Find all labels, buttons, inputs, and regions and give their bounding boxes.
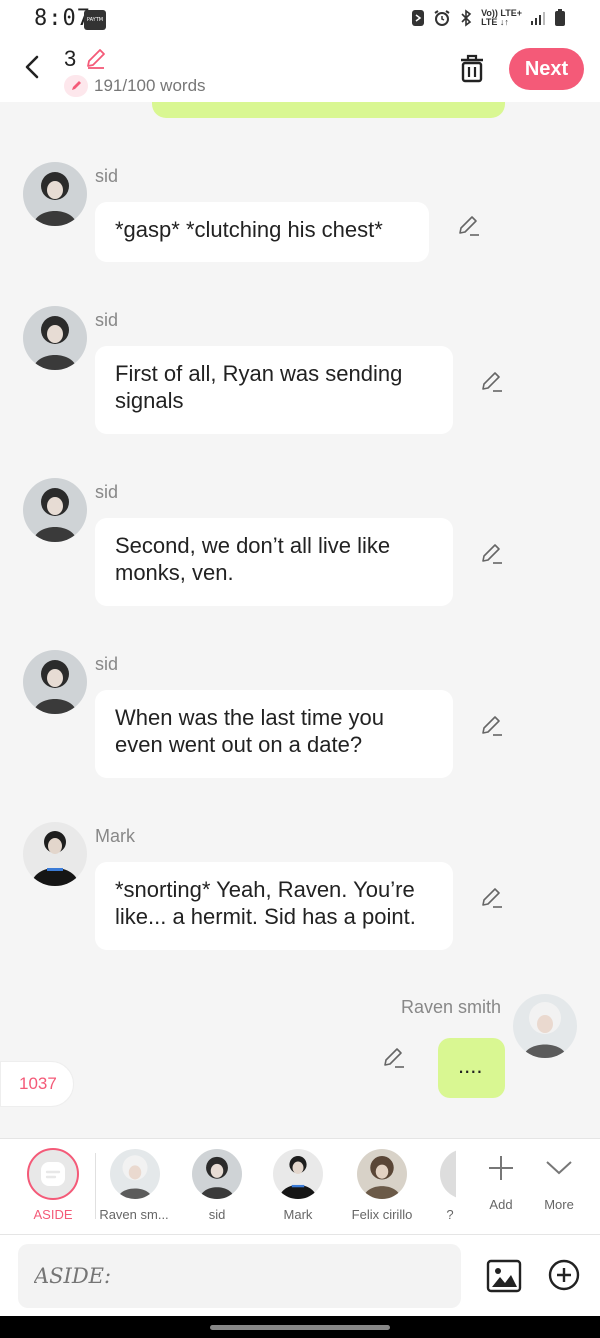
avatar-sid-image xyxy=(23,478,87,542)
message-count: 3 xyxy=(64,46,77,71)
avatar-sid[interactable] xyxy=(23,478,87,542)
status-icons: Vo)) LTE+ LTE ↓↑ xyxy=(411,9,566,27)
back-arrow-icon[interactable] xyxy=(18,52,48,82)
status-bar: 8:07 PAYTM Vo)) LTE+ LTE ↓↑ xyxy=(0,0,600,40)
word-count-badge[interactable]: 1037 xyxy=(0,1061,74,1107)
character-avatar xyxy=(273,1149,323,1199)
aside-input[interactable] xyxy=(18,1244,461,1308)
message-bubble[interactable]: Second, we don’t all live like monks, ve… xyxy=(95,518,453,606)
aside-label: ASIDE xyxy=(33,1207,73,1222)
avatar-sid-image xyxy=(23,306,87,370)
character-name: ? xyxy=(446,1207,454,1222)
aside-character[interactable]: ASIDE xyxy=(13,1139,93,1235)
edit-message-icon[interactable] xyxy=(480,714,504,738)
aside-circle xyxy=(27,1148,79,1200)
message-bubble[interactable]: When was the last time you even went out… xyxy=(95,690,453,778)
edit-message-icon[interactable] xyxy=(457,214,481,238)
next-button[interactable]: Next xyxy=(509,48,584,90)
sender-name: sid xyxy=(95,654,119,674)
edit-message-icon[interactable] xyxy=(480,370,504,394)
edit-title-pencil-icon[interactable] xyxy=(84,46,108,70)
character-item[interactable]: Raven sm... xyxy=(94,1139,174,1235)
edit-message-icon[interactable] xyxy=(382,1046,406,1070)
message-bubble-user[interactable]: .... xyxy=(438,1038,505,1098)
avatar-raven-image xyxy=(513,994,577,1058)
message-bubble[interactable]: *snorting* Yeah, Raven. You’re like... a… xyxy=(95,862,453,950)
input-bar xyxy=(0,1234,600,1316)
sender-name: Mark xyxy=(95,826,135,846)
sender-name: sid xyxy=(95,310,119,330)
character-name: Felix cirillo xyxy=(351,1207,413,1222)
status-time: 8:07 xyxy=(34,6,91,31)
character-name: sid xyxy=(208,1207,226,1222)
alarm-icon xyxy=(434,10,450,26)
character-item[interactable]: Felix cirillo xyxy=(342,1139,422,1235)
character-avatar xyxy=(192,1149,242,1199)
system-navigation-bar xyxy=(0,1316,600,1338)
character-name: Mark xyxy=(283,1207,313,1222)
nfc-icon xyxy=(412,10,425,26)
network-bottom-label: LTE ↓↑ xyxy=(481,17,509,27)
trash-icon[interactable] xyxy=(457,52,487,84)
avatar-sid-image xyxy=(23,650,87,714)
avatar-sid[interactable] xyxy=(23,306,87,370)
words-pencil-badge xyxy=(64,75,88,97)
character-avatar xyxy=(440,1149,456,1199)
network-indicator: Vo)) LTE+ LTE ↓↑ xyxy=(481,9,522,27)
edit-message-icon[interactable] xyxy=(480,542,504,566)
avatar-raven[interactable] xyxy=(513,994,577,1058)
home-handle[interactable] xyxy=(210,1325,390,1330)
sender-name: sid xyxy=(95,166,119,186)
avatar-sid[interactable] xyxy=(23,650,87,714)
avatar-sid[interactable] xyxy=(23,162,87,226)
small-pencil-icon xyxy=(72,81,81,90)
character-item[interactable]: sid xyxy=(177,1139,257,1235)
header: 3 191/100 words Next xyxy=(0,40,600,102)
plus-icon xyxy=(489,1156,513,1180)
character-avatar xyxy=(357,1149,407,1199)
message-bubble[interactable]: *gasp* *clutching his chest* xyxy=(95,202,429,262)
add-circle-icon[interactable] xyxy=(548,1259,580,1291)
avatar-mark[interactable] xyxy=(23,822,87,886)
paytm-app-icon: PAYTM xyxy=(84,10,106,30)
edit-message-icon[interactable] xyxy=(480,886,504,910)
avatar-sid-image xyxy=(23,162,87,226)
image-icon[interactable] xyxy=(486,1259,522,1293)
word-count-label: 191/100 words xyxy=(94,76,206,95)
character-item[interactable]: ? xyxy=(412,1139,456,1235)
aside-chat-icon xyxy=(41,1162,65,1186)
character-name: Raven sm... xyxy=(99,1207,169,1222)
chevron-down-icon xyxy=(546,1161,572,1175)
more-button[interactable]: More xyxy=(519,1139,599,1235)
sender-name: sid xyxy=(95,482,119,502)
battery-icon xyxy=(555,9,565,26)
avatar-mark-image xyxy=(23,822,87,886)
sender-name: Raven smith xyxy=(401,997,502,1017)
signal-icon xyxy=(531,12,545,25)
character-item[interactable]: Mark xyxy=(258,1139,338,1235)
character-avatar xyxy=(110,1149,160,1199)
previous-user-bubble xyxy=(152,102,505,118)
message-bubble[interactable]: First of all, Ryan was sending signals xyxy=(95,346,453,434)
character-bar: ASIDE Raven sm... sid Mark Felix cirillo… xyxy=(0,1138,600,1234)
bluetooth-icon xyxy=(461,9,472,27)
more-label: More xyxy=(544,1197,574,1212)
